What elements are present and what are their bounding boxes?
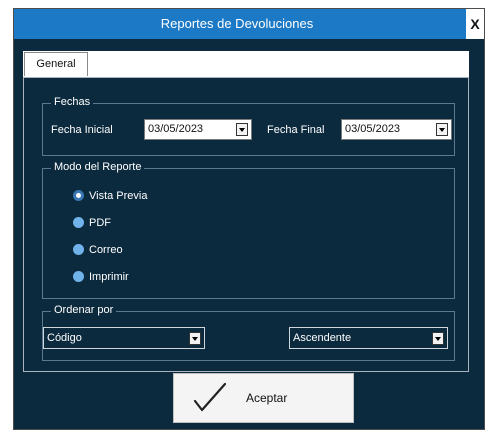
accept-label: Aceptar: [246, 391, 288, 405]
chevron-down-icon[interactable]: [189, 332, 201, 345]
radio-label: Correo: [89, 244, 123, 256]
fechas-group: Fechas Fecha Inicial 03/05/2023 Fecha Fi…: [42, 96, 455, 156]
radio-label: PDF: [89, 217, 111, 229]
chevron-down-icon[interactable]: [236, 123, 248, 136]
tab-general[interactable]: General: [24, 52, 88, 76]
radio-dot[interactable]: [73, 244, 84, 255]
accept-button[interactable]: Aceptar: [173, 373, 354, 423]
ordenar-legend: Ordenar por: [51, 304, 117, 316]
tab-page-general: Fechas Fecha Inicial 03/05/2023 Fecha Fi…: [23, 77, 469, 372]
radio-label: Vista Previa: [89, 190, 148, 202]
report-dialog: Reportes de Devoluciones X General Fecha…: [13, 8, 485, 430]
modo-reporte-legend: Modo del Reporte: [51, 161, 145, 173]
close-button[interactable]: X: [466, 9, 484, 39]
ordenar-field-select[interactable]: Código: [43, 327, 205, 349]
fechas-legend: Fechas: [51, 96, 94, 108]
radio-dot[interactable]: [73, 190, 84, 201]
fecha-final-label: Fecha Final: [267, 124, 325, 136]
ordenar-direction-select[interactable]: Ascendente: [289, 327, 448, 349]
checkmark-icon: [192, 381, 228, 420]
radio-dot[interactable]: [73, 271, 84, 282]
radio-dot[interactable]: [73, 217, 84, 228]
window-title: Reportes de Devoluciones: [160, 16, 314, 31]
tab-strip: General: [23, 51, 469, 77]
fecha-final-picker[interactable]: 03/05/2023: [341, 119, 452, 140]
fecha-final-value: 03/05/2023: [345, 123, 401, 135]
chevron-down-icon[interactable]: [432, 332, 444, 345]
ordenar-group: Ordenar por Código Ascendente: [42, 304, 455, 361]
ordenar-direction-value: Ascendente: [293, 332, 352, 344]
modo-reporte-group: Modo del Reporte Vista Previa PDF Correo…: [42, 161, 455, 299]
title-bar: Reportes de Devoluciones X: [14, 9, 484, 39]
fecha-inicial-picker[interactable]: 03/05/2023: [144, 119, 252, 140]
fecha-inicial-value: 03/05/2023: [148, 123, 204, 135]
radio-label: Imprimir: [89, 271, 129, 283]
chevron-down-icon[interactable]: [436, 123, 448, 136]
ordenar-field-value: Código: [47, 332, 82, 344]
fecha-inicial-label: Fecha Inicial: [51, 124, 113, 136]
